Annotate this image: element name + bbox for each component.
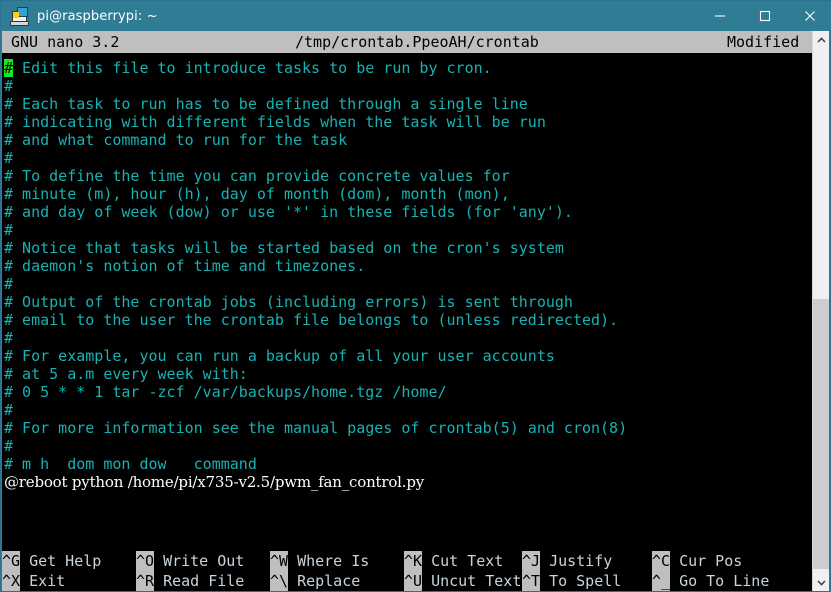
shortcut-key: ^T	[522, 571, 541, 591]
editor-line-text: Edit this file to introduce tasks to be …	[13, 59, 492, 77]
nano-shortcut-row-1: ^G Get Help ^O Write Out ^W Where Is ^K Cut Tex…	[2, 551, 814, 571]
shortcut-key: ^R	[136, 571, 155, 591]
editor-line: #	[4, 221, 14, 239]
vertical-scrollbar[interactable]	[812, 31, 829, 591]
chevron-up-icon	[816, 36, 826, 43]
maximize-button[interactable]	[742, 1, 787, 31]
editor-line: # and what command to run for the task	[4, 131, 348, 149]
minimize-icon	[714, 15, 725, 17]
editor-line: #	[4, 77, 14, 95]
editor-line: #	[4, 149, 14, 167]
shortcut-write-out[interactable]: ^O Write Out	[136, 551, 244, 571]
shortcut-cut-text[interactable]: ^K Cut Text	[404, 551, 503, 571]
editor-line: # at 5 a.m every week with:	[4, 365, 248, 383]
shortcut-label: Uncut Text	[431, 572, 522, 590]
shortcut-uncut-text[interactable]: ^U Uncut Text	[404, 571, 521, 591]
editor-line: # Edit this file to introduce tasks to b…	[2, 59, 814, 77]
shortcut-label: Cut Text	[431, 552, 504, 570]
shortcut-key: ^X	[2, 571, 21, 591]
shortcut-label: Cur Pos	[679, 552, 743, 570]
terminal-screen[interactable]: GNU nano 3.2 /tmp/crontab.PpeoAH/crontab…	[2, 31, 814, 591]
shortcut-key: ^G	[2, 551, 21, 571]
shortcut-key: ^C	[652, 551, 671, 571]
editor-line: # m h dom mon dow command	[4, 455, 257, 473]
nano-filename: /tmp/crontab.PpeoAH/crontab	[295, 33, 539, 51]
window-titlebar[interactable]: pi@raspberrypi: ~	[1, 1, 831, 31]
shortcut-key: ^K	[404, 551, 423, 571]
shortcut-key: ^O	[136, 551, 155, 571]
nano-editor-body[interactable]: # Edit this file to introduce tasks to b…	[2, 53, 814, 553]
nano-modified-status: Modified	[727, 33, 800, 51]
shortcut-exit[interactable]: ^X Exit	[2, 571, 65, 591]
editor-line: # and day of week (dow) or use '*' in th…	[4, 203, 573, 221]
window-title: pi@raspberrypi: ~	[37, 8, 158, 24]
scrollbar-thumb[interactable]	[813, 299, 829, 569]
editor-line: # Each task to run has to be defined thr…	[4, 95, 528, 113]
scroll-down-button[interactable]	[813, 574, 829, 591]
shortcut-label: Justify	[549, 552, 613, 570]
close-button[interactable]	[787, 1, 831, 31]
chevron-down-icon	[816, 579, 826, 586]
editor-line: #	[4, 275, 14, 293]
shortcut-label: Exit	[29, 572, 66, 590]
editor-line: # For example, you can run a backup of a…	[4, 347, 555, 365]
shortcut-label: Write Out	[163, 552, 245, 570]
shortcut-go-to-line[interactable]: ^_ Go To Line	[652, 571, 769, 591]
shortcut-key: ^_	[652, 571, 671, 591]
shortcut-where-is[interactable]: ^W Where Is	[270, 551, 369, 571]
editor-line: # 0 5 * * 1 tar -zcf /var/backups/home.t…	[4, 383, 447, 401]
terminal-window: pi@raspberrypi: ~ GNU nano 3.2 /tmp/cron…	[0, 0, 831, 592]
nano-header-bar: GNU nano 3.2 /tmp/crontab.PpeoAH/crontab…	[2, 31, 814, 53]
shortcut-label: Where Is	[297, 552, 370, 570]
editor-line: # To define the time you can provide con…	[4, 167, 510, 185]
nano-shortcut-row-2: ^X Exit ^R Read File ^\ Replace ^U Uncut Text ^T…	[2, 571, 814, 591]
minimize-button[interactable]	[697, 1, 742, 31]
shortcut-label: Get Help	[29, 552, 102, 570]
shortcut-label: Go To Line	[679, 572, 770, 590]
shortcut-label: To Spell	[549, 572, 622, 590]
editor-line: # minute (m), hour (h), day of month (do…	[4, 185, 510, 203]
shortcut-key: ^\	[270, 571, 289, 591]
shortcut-to-spell[interactable]: ^T To Spell	[522, 571, 621, 591]
shortcut-justify[interactable]: ^J Justify	[522, 551, 612, 571]
shortcut-get-help[interactable]: ^G Get Help	[2, 551, 101, 571]
editor-line: # indicating with different fields when …	[4, 113, 546, 131]
editor-line: #	[4, 437, 14, 455]
editor-line: # daemon's notion of time and timezones.	[4, 257, 366, 275]
editor-line: # email to the user the crontab file bel…	[4, 311, 619, 329]
shortcut-read-file[interactable]: ^R Read File	[136, 571, 244, 591]
shortcut-replace[interactable]: ^\ Replace	[270, 571, 360, 591]
putty-terminal-icon	[9, 6, 29, 26]
close-icon	[804, 11, 815, 21]
editor-line: # For more information see the manual pa…	[4, 419, 628, 437]
editor-line: # Output of the crontab jobs (including …	[4, 293, 573, 311]
window-controls	[697, 1, 831, 31]
nano-shortcut-bar: ^G Get Help ^O Write Out ^W Where Is ^K Cut Tex…	[2, 551, 814, 591]
nano-version: GNU nano 3.2	[11, 33, 120, 51]
scroll-up-button[interactable]	[813, 31, 829, 48]
shortcut-label: Read File	[163, 572, 245, 590]
shortcut-label: Replace	[297, 572, 361, 590]
shortcut-key: ^U	[404, 571, 423, 591]
editor-line: #	[4, 329, 14, 347]
maximize-icon	[759, 10, 770, 22]
editor-line: #	[4, 401, 14, 419]
text-cursor: #	[4, 59, 14, 77]
editor-line: # Notice that tasks will be started base…	[4, 239, 564, 257]
shortcut-key: ^W	[270, 551, 289, 571]
shortcut-cur-pos[interactable]: ^C Cur Pos	[652, 551, 742, 571]
shortcut-key: ^J	[522, 551, 541, 571]
crontab-command-line: @reboot python /home/pi/x735-v2.5/pwm_fa…	[4, 473, 425, 491]
